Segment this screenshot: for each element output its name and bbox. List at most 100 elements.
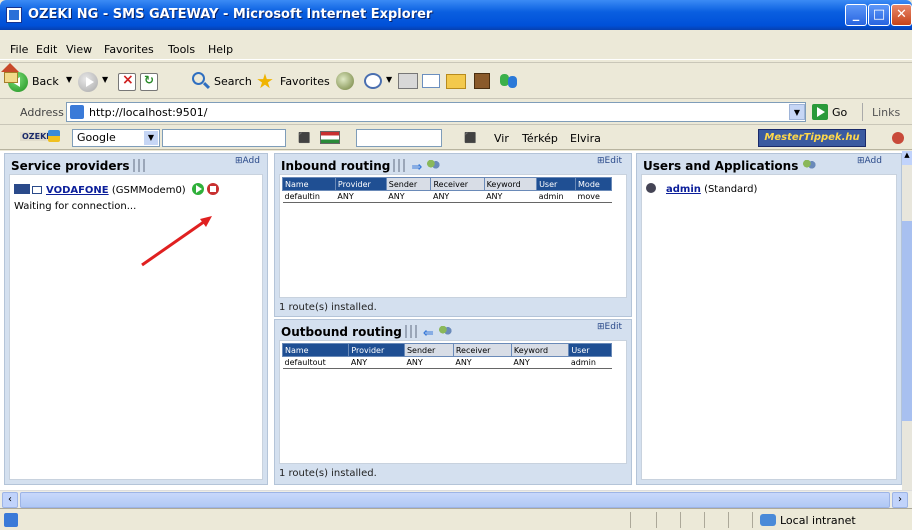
antenna-icon xyxy=(393,159,408,172)
media-icon[interactable] xyxy=(336,72,354,90)
ozeki-logo[interactable]: OZEKI xyxy=(20,132,52,141)
go-arrow-icon[interactable] xyxy=(812,104,828,120)
divider xyxy=(862,103,863,121)
home-icon[interactable] xyxy=(0,63,20,83)
scroll-up-icon[interactable]: ▲ xyxy=(902,151,912,165)
column-header: Sender xyxy=(385,177,432,191)
menu-favorites[interactable]: Favorites xyxy=(104,43,154,56)
table-row[interactable]: defaultout ANY ANY ANY ANY admin xyxy=(282,356,612,369)
refresh-icon[interactable] xyxy=(140,73,158,91)
add-user-button[interactable]: ⊞Add xyxy=(857,156,882,166)
column-header: Name xyxy=(281,343,350,357)
service-providers-body: VODAFONE (GSMModem0) Waiting for connect… xyxy=(9,174,263,480)
search-button-label[interactable]: Search xyxy=(214,75,252,88)
toolbar-options-icon[interactable] xyxy=(892,132,904,144)
chevron-down-icon[interactable]: ▼ xyxy=(144,131,158,145)
print-icon[interactable] xyxy=(398,73,418,89)
menu-bar: File Edit View Favorites Tools Help xyxy=(0,38,912,60)
scroll-right-icon[interactable]: › xyxy=(892,492,908,508)
user-icon xyxy=(646,183,656,193)
table-cell: ANY xyxy=(404,356,454,369)
vir-link[interactable]: Vir xyxy=(494,132,509,145)
mail-dropdown-icon[interactable]: ▼ xyxy=(386,75,392,84)
menu-tools[interactable]: Tools xyxy=(168,43,195,56)
panel-title: Users and Applications xyxy=(643,159,799,173)
modem-icon xyxy=(14,184,30,194)
table-cell: defaultin xyxy=(282,190,336,203)
forward-arrow-icon[interactable] xyxy=(78,72,98,92)
disconnect-stop-icon[interactable] xyxy=(206,183,219,195)
address-url[interactable]: http://localhost:9501/ xyxy=(89,106,207,119)
close-button[interactable]: ✕ xyxy=(891,4,912,26)
folder-icon[interactable] xyxy=(446,74,466,89)
menu-file[interactable]: File xyxy=(10,43,28,56)
google-search-input[interactable] xyxy=(162,129,286,147)
menu-help[interactable]: Help xyxy=(208,43,233,56)
users-icon xyxy=(802,160,817,172)
horizontal-scrollbar[interactable]: ‹ › xyxy=(0,490,912,508)
column-header: Keyword xyxy=(510,343,570,357)
search-engine-value: Google xyxy=(77,131,116,144)
favorites-button-label[interactable]: Favorites xyxy=(280,75,330,88)
title-bar[interactable]: OZEKI NG - SMS GATEWAY - Microsoft Inter… xyxy=(0,0,912,30)
add-provider-button[interactable]: ⊞Add xyxy=(235,156,260,166)
arrow-right-icon: ⇒ xyxy=(411,160,423,175)
service-providers-header: Service providers xyxy=(11,159,147,173)
flag-icon[interactable] xyxy=(320,131,340,144)
status-bar: Local intranet xyxy=(0,508,912,530)
back-dropdown-icon[interactable]: ▼ xyxy=(66,75,72,84)
intranet-icon xyxy=(760,514,776,526)
scroll-thumb[interactable] xyxy=(902,221,912,421)
mestertippek-button[interactable]: MesterTippek.hu xyxy=(758,129,866,147)
go-button-label[interactable]: Go xyxy=(832,106,847,119)
stop-icon[interactable] xyxy=(118,72,136,91)
scroll-thumb[interactable] xyxy=(20,492,890,508)
window-title: OZEKI NG - SMS GATEWAY - Microsoft Inter… xyxy=(28,7,433,22)
table-row[interactable]: defaultin ANY ANY ANY ANY admin move xyxy=(282,190,612,203)
minimize-button[interactable]: _ xyxy=(845,4,867,26)
favorites-star-icon[interactable]: ★ xyxy=(256,69,274,93)
messenger-icon[interactable] xyxy=(500,72,518,90)
address-input[interactable]: http://localhost:9501/ ▼ xyxy=(66,102,806,122)
browser-window: OZEKI NG - SMS GATEWAY - Microsoft Inter… xyxy=(0,0,912,530)
users-icon xyxy=(426,160,441,172)
table-header-row: Name Provider Sender Receiver Keyword Us… xyxy=(282,177,612,191)
table-cell: ANY xyxy=(348,356,405,369)
connection-icon xyxy=(32,186,42,194)
page-icon xyxy=(4,513,18,527)
research-icon[interactable] xyxy=(474,73,490,89)
search-engine-select[interactable]: Google ▼ xyxy=(72,129,160,147)
column-header: Mode xyxy=(575,177,612,191)
table-cell: admin xyxy=(536,190,576,203)
panel-title: Outbound routing xyxy=(281,325,402,339)
menu-view[interactable]: View xyxy=(66,43,92,56)
links-button[interactable]: Links xyxy=(872,106,900,119)
column-header: User xyxy=(568,343,612,357)
binoculars-icon[interactable]: ⬛ xyxy=(464,133,476,144)
mail-icon[interactable] xyxy=(364,73,382,89)
vertical-scrollbar[interactable]: ▲ xyxy=(902,151,912,490)
table-cell: ANY xyxy=(430,190,485,203)
elvira-link[interactable]: Elvira xyxy=(570,132,601,145)
edit-page-icon[interactable] xyxy=(422,74,440,88)
inbound-routing-body: Name Provider Sender Receiver Keyword Us… xyxy=(279,174,627,298)
back-button-label[interactable]: Back xyxy=(32,75,59,88)
user-link[interactable]: admin xyxy=(666,184,701,195)
divider xyxy=(752,512,753,528)
divider xyxy=(728,512,729,528)
terkep-link[interactable]: Térkép xyxy=(522,132,558,145)
edit-outbound-button[interactable]: ⊞Edit xyxy=(597,322,622,332)
maximize-button[interactable]: □ xyxy=(868,4,890,26)
secondary-search-input[interactable] xyxy=(356,129,442,147)
binoculars-icon[interactable]: ⬛ xyxy=(298,133,310,144)
address-dropdown-icon[interactable]: ▼ xyxy=(789,104,805,120)
search-icon[interactable] xyxy=(192,72,205,85)
table-header-row: Name Provider Sender Receiver Keyword Us… xyxy=(281,343,612,357)
divider xyxy=(704,512,705,528)
provider-link[interactable]: VODAFONE xyxy=(46,185,109,196)
menu-edit[interactable]: Edit xyxy=(36,43,57,56)
connect-play-icon[interactable] xyxy=(191,183,204,195)
scroll-left-icon[interactable]: ‹ xyxy=(2,492,18,508)
forward-dropdown-icon[interactable]: ▼ xyxy=(102,75,108,84)
edit-inbound-button[interactable]: ⊞Edit xyxy=(597,156,622,166)
